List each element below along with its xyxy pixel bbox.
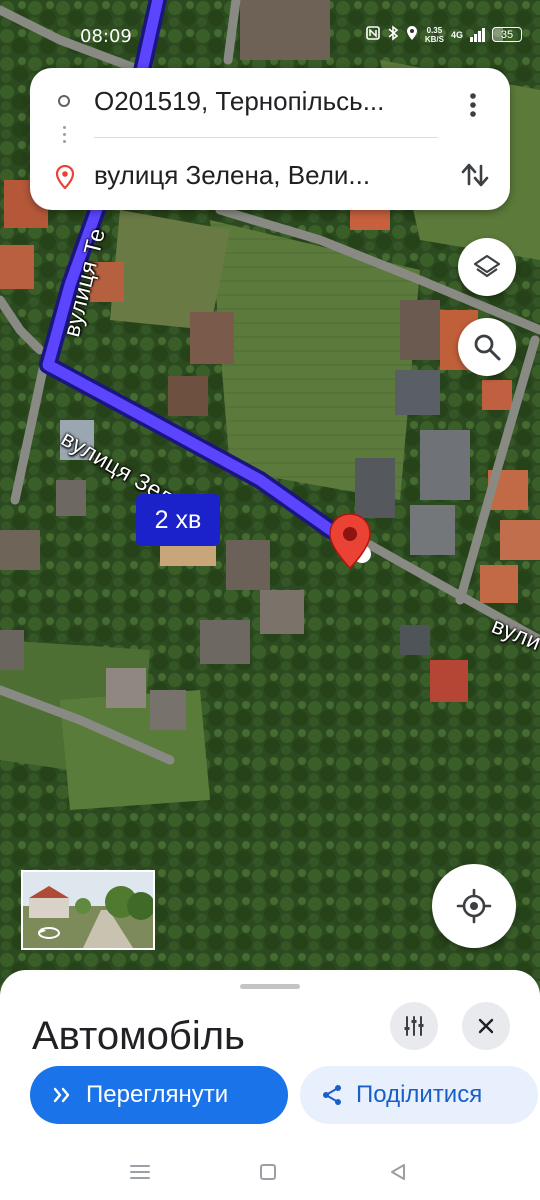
network-type: 4G: [450, 29, 463, 40]
share-label: Поділитися: [356, 1081, 483, 1108]
my-location-icon: [456, 888, 492, 924]
preview-button[interactable]: Переглянути: [30, 1066, 288, 1124]
network-speed: 0.35 KB/S: [425, 26, 444, 44]
route-divider: [94, 137, 438, 138]
home-icon: [260, 1164, 276, 1180]
swap-directions-icon[interactable]: [458, 158, 492, 192]
my-location-button[interactable]: [432, 864, 516, 948]
location-icon: [406, 25, 418, 44]
layers-icon: [473, 254, 501, 278]
menu-icon: [130, 1165, 150, 1179]
rotate-360-icon: [38, 927, 60, 939]
network-speed-unit: KB/S: [424, 34, 444, 44]
eta-badge[interactable]: 2 хв: [136, 494, 220, 546]
signal-icon: [470, 27, 485, 42]
close-icon: [478, 1018, 494, 1034]
destination-field[interactable]: вулиця Зелена, Вели...: [94, 160, 370, 191]
share-icon: [318, 1083, 346, 1107]
nfc-icon: [366, 26, 380, 43]
sheet-drag-handle[interactable]: [240, 984, 300, 989]
route-options-button[interactable]: [390, 1002, 438, 1050]
home-button[interactable]: [248, 1152, 288, 1192]
status-bar: 08:09 0.35 KB/S 4G 35: [0, 0, 540, 70]
network-speed-value: 0.35: [426, 25, 443, 35]
origin-field[interactable]: O201519, Тернопільсь...: [94, 86, 384, 117]
route-card: O201519, Тернопільсь... вулиця Зелена, В…: [30, 68, 510, 210]
back-icon: [391, 1164, 405, 1180]
share-button[interactable]: Поділитися: [300, 1066, 538, 1124]
battery-icon: 35: [492, 27, 522, 42]
search-along-route-button[interactable]: [458, 318, 516, 376]
recent-apps-button[interactable]: [120, 1152, 160, 1192]
origin-circle-icon: [58, 95, 70, 107]
street-view-thumbnail[interactable]: [21, 870, 155, 950]
close-button[interactable]: [462, 1002, 510, 1050]
system-nav-bar: [0, 1144, 540, 1200]
preview-label: Переглянути: [86, 1081, 229, 1108]
search-icon: [474, 334, 501, 361]
destination-marker-icon: [56, 165, 74, 189]
back-button[interactable]: [378, 1152, 418, 1192]
tune-icon: [404, 1016, 424, 1036]
clock: 08:09: [80, 26, 132, 47]
double-chevron-icon: [48, 1086, 76, 1104]
more-options-icon[interactable]: [458, 90, 488, 120]
battery-level: 35: [500, 28, 514, 41]
route-dots-icon: [63, 126, 66, 147]
destination-pin-icon[interactable]: [328, 512, 372, 572]
bluetooth-icon: [387, 25, 399, 44]
travel-mode-title: Автомобіль: [32, 1014, 245, 1058]
layers-button[interactable]: [458, 238, 516, 296]
